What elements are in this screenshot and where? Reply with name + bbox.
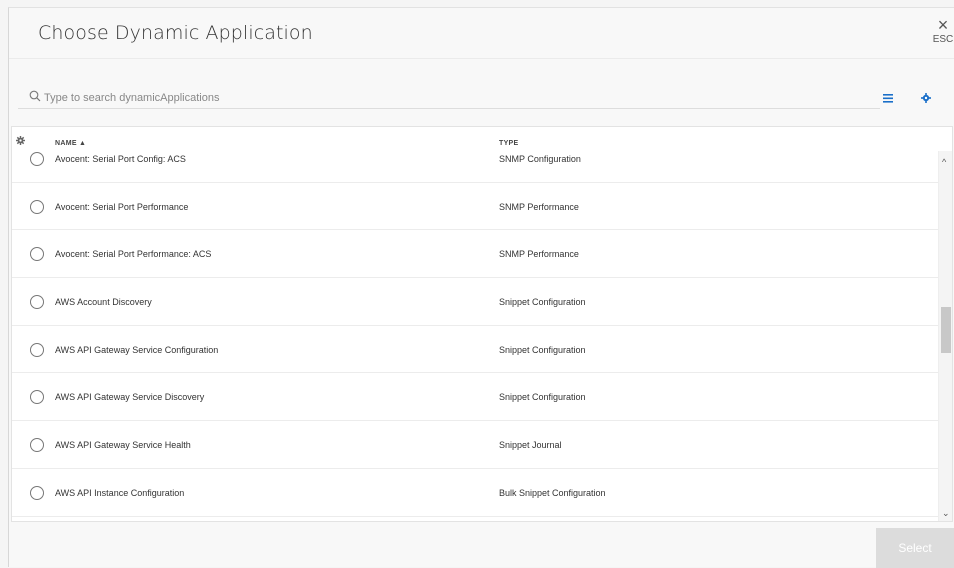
table-header: NAME ▲ TYPE xyxy=(12,127,938,151)
search-icon xyxy=(29,90,41,102)
dynamic-applications-table: NAME ▲ TYPE Avocent: Serial Port Config:… xyxy=(11,126,953,522)
table-row[interactable]: AWS API Gateway Service Discovery Snippet… xyxy=(12,373,938,422)
row-name: AWS API Instance Configuration xyxy=(55,487,185,498)
row-type: SNMP Configuration xyxy=(499,154,581,164)
settings-gear-icon[interactable] xyxy=(921,90,931,108)
choose-dynamic-application-modal: Choose Dynamic Application × ESC Type to… xyxy=(8,7,954,568)
search-input[interactable]: Type to search dynamicApplications xyxy=(18,87,880,109)
row-radio-button[interactable] xyxy=(30,342,44,357)
row-type: Snippet Configuration xyxy=(499,344,586,355)
table-row[interactable]: AWS API Gateway Service Configuration Sni… xyxy=(12,326,938,374)
row-name: Avocent: Serial Port Config: ACS xyxy=(55,154,186,164)
row-radio-button[interactable] xyxy=(30,152,44,166)
row-type: Snippet Configuration xyxy=(499,392,586,403)
row-name: AWS Account Discovery xyxy=(55,297,152,308)
table-body: Avocent: Serial Port Config: ACS SNMP Con… xyxy=(12,151,938,521)
row-radio-button[interactable] xyxy=(30,438,44,453)
column-header-type[interactable]: TYPE xyxy=(499,140,518,147)
scroll-down-icon[interactable]: ⌄ xyxy=(942,508,950,519)
close-button[interactable]: × ESC xyxy=(932,16,954,45)
column-settings-icon[interactable] xyxy=(16,132,25,150)
row-radio-button[interactable] xyxy=(30,247,44,262)
row-name: AWS API Gateway Service Health xyxy=(55,440,191,451)
title-divider xyxy=(9,58,954,59)
row-type: Snippet Configuration xyxy=(499,297,586,308)
scroll-up-icon[interactable]: ^ xyxy=(942,157,946,167)
table-row[interactable]: AWS Account Discovery Snippet Configurati… xyxy=(12,278,938,326)
row-name: Avocent: Serial Port Performance xyxy=(55,201,189,212)
row-radio-button[interactable] xyxy=(30,390,44,405)
row-type: Snippet Journal xyxy=(499,440,562,451)
close-icon[interactable]: × xyxy=(932,16,954,34)
row-name: Avocent: Serial Port Performance: ACS xyxy=(55,249,212,260)
scrollbar-thumb[interactable] xyxy=(941,307,951,353)
vertical-scrollbar[interactable]: ^ ⌄ xyxy=(938,151,952,521)
list-view-icon[interactable] xyxy=(883,90,893,108)
row-name: AWS API Gateway Service Discovery xyxy=(55,392,205,403)
row-radio-button[interactable] xyxy=(30,295,44,310)
row-type: SNMP Performance xyxy=(499,201,579,212)
row-type: Bulk Snippet Configuration xyxy=(499,487,606,498)
close-esc-label: ESC xyxy=(932,34,954,45)
row-type: SNMP Performance xyxy=(499,249,579,260)
table-rows: Avocent: Serial Port Config: ACS SNMP Con… xyxy=(12,151,938,517)
column-header-name[interactable]: NAME ▲ xyxy=(55,140,86,147)
row-radio-button[interactable] xyxy=(30,485,44,500)
select-button[interactable]: Select xyxy=(876,528,954,568)
row-radio-button[interactable] xyxy=(30,199,44,214)
table-row[interactable]: AWS API Gateway Service Health Snippet Jo… xyxy=(12,421,938,469)
table-row[interactable]: Avocent: Serial Port Config: ACS SNMP Con… xyxy=(12,151,938,183)
table-row[interactable]: Avocent: Serial Port Performance: ACS SNM… xyxy=(12,230,938,279)
search-placeholder: Type to search dynamicApplications xyxy=(44,92,220,104)
row-name: AWS API Gateway Service Configuration xyxy=(55,344,219,355)
modal-title: Choose Dynamic Application xyxy=(38,22,313,44)
table-row[interactable]: AWS API Instance Configuration Bulk Snipp… xyxy=(12,469,938,517)
table-row[interactable]: Avocent: Serial Port Performance SNMP Per… xyxy=(12,183,938,231)
